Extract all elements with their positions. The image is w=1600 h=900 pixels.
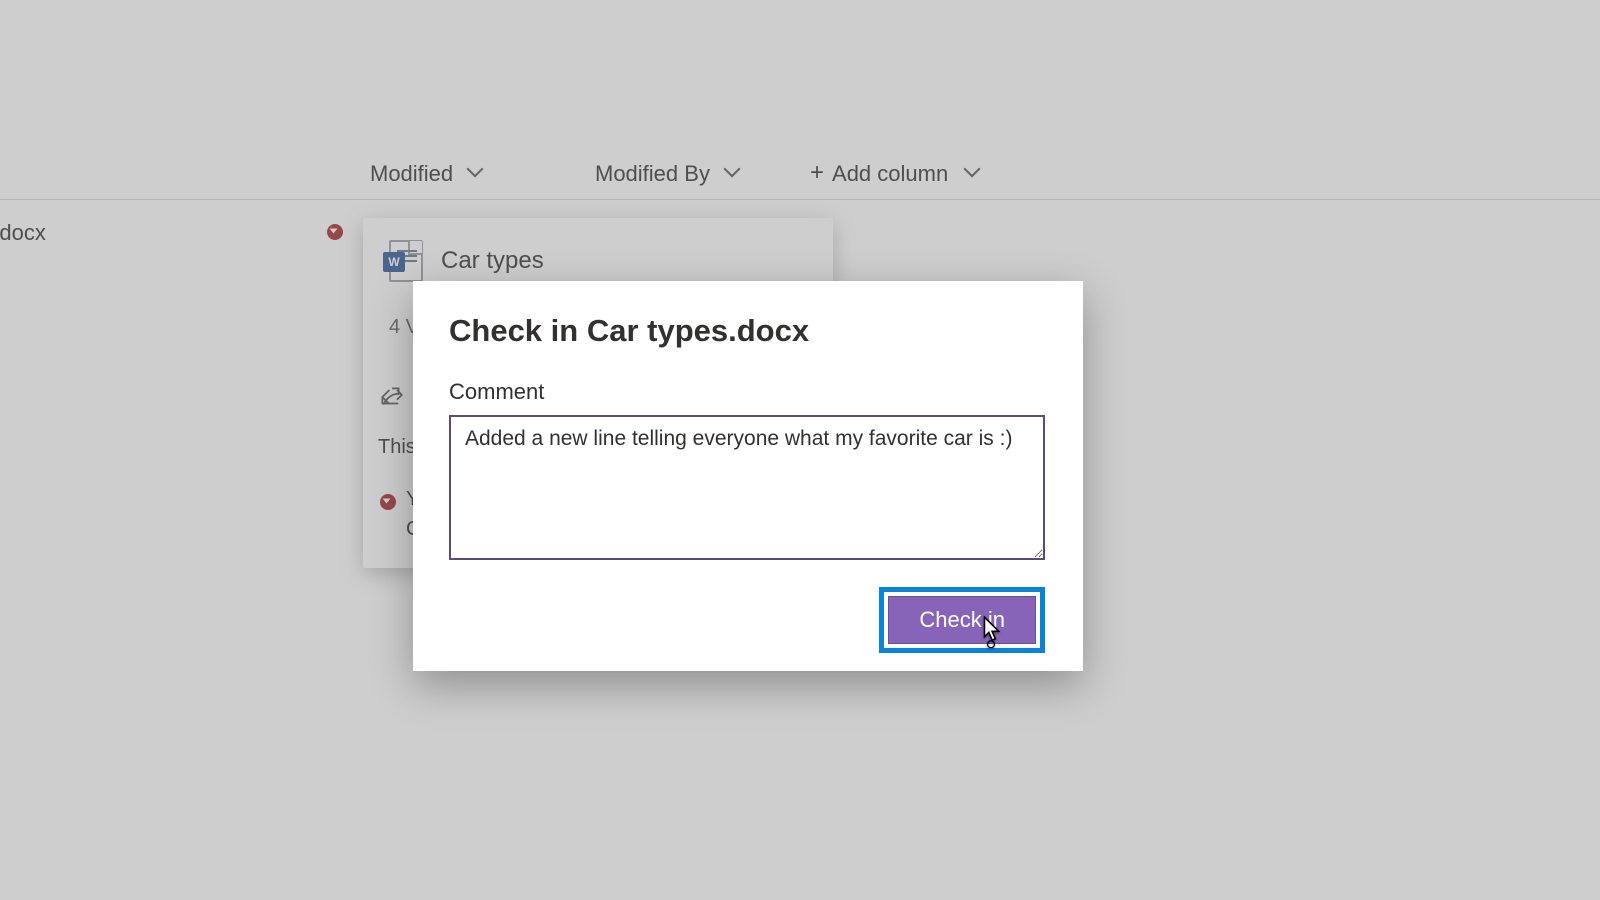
column-header-label: Modified	[370, 161, 453, 186]
add-column-button[interactable]: + Add column	[810, 161, 980, 187]
column-header-modified[interactable]: Modified	[370, 161, 483, 187]
comment-label: Comment	[449, 379, 1047, 405]
hover-card-this-line: This	[378, 436, 416, 459]
checked-out-icon	[380, 494, 396, 510]
word-badge: W	[383, 252, 405, 272]
column-header-row: Modified Modified By + Add column	[0, 148, 1600, 200]
word-document-icon: W	[389, 240, 423, 282]
chevron-down-icon	[966, 165, 980, 179]
column-header-modified-by[interactable]: Modified By	[595, 161, 740, 187]
check-in-button[interactable]: Check in	[888, 596, 1036, 644]
share-icon[interactable]	[378, 384, 404, 410]
checked-out-icon	[327, 224, 343, 240]
chevron-down-icon	[469, 165, 483, 179]
add-column-label: Add column	[832, 161, 948, 187]
dialog-title: Check in Car types.docx	[449, 313, 1047, 349]
plus-icon: +	[810, 161, 824, 185]
column-header-label: Modified By	[595, 161, 710, 186]
comment-textarea[interactable]	[449, 415, 1045, 560]
file-name: es.docx	[0, 220, 46, 246]
check-in-dialog: Check in Car types.docx Comment Check in	[413, 281, 1083, 671]
chevron-down-icon	[726, 165, 740, 179]
check-in-button-focus-ring: Check in	[879, 587, 1045, 653]
hover-card-title: Car types	[441, 247, 544, 275]
